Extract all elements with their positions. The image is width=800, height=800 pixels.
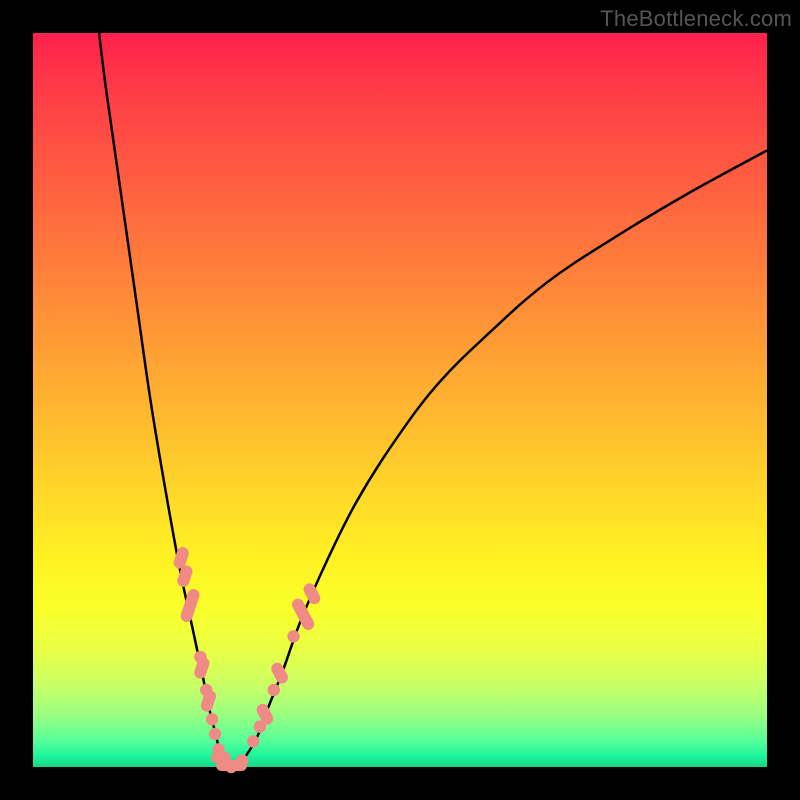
data-markers <box>172 545 322 773</box>
chart-marker <box>287 630 299 642</box>
chart-marker <box>301 581 322 606</box>
chart-frame: TheBottleneck.com <box>0 0 800 800</box>
chart-marker <box>269 661 290 686</box>
chart-marker <box>247 735 259 747</box>
chart-marker <box>209 728 221 740</box>
curve-right-branch <box>239 150 767 767</box>
chart-svg <box>33 33 767 767</box>
chart-marker <box>236 754 248 766</box>
chart-marker <box>268 684 280 696</box>
watermark-label: TheBottleneck.com <box>600 6 792 32</box>
chart-marker <box>206 713 218 725</box>
chart-marker <box>179 587 201 623</box>
